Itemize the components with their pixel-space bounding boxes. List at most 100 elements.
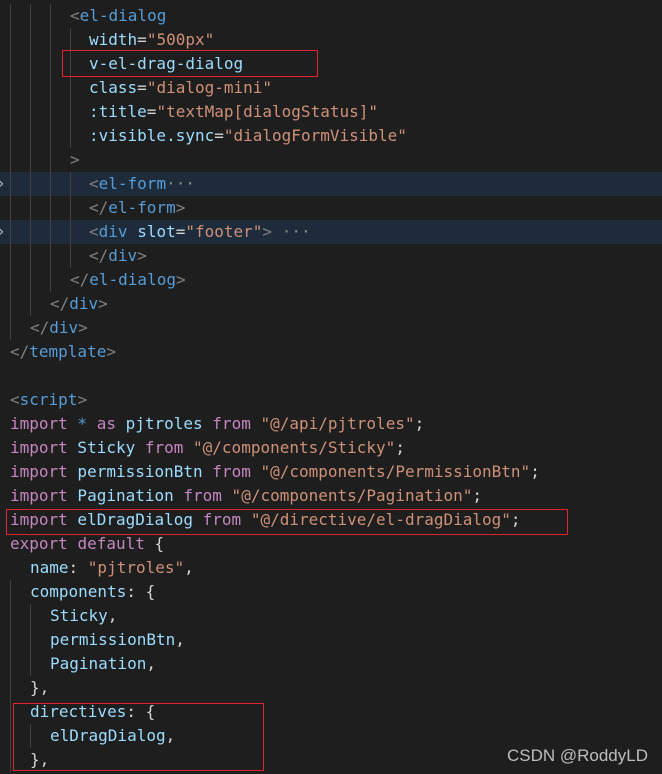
code-text: <el-form··· [89, 172, 195, 196]
code-line[interactable]: <script> [0, 388, 662, 412]
indent-guide [10, 748, 11, 772]
fold-chevron-icon[interactable]: › [0, 172, 5, 196]
indent-guide [30, 124, 31, 148]
code-line[interactable]: › <el-form··· [0, 172, 662, 196]
code-token: from [212, 414, 251, 433]
code-text: </div> [50, 292, 108, 316]
code-token: ; [395, 438, 405, 457]
indent-guide [10, 604, 11, 628]
code-text: :visible.sync="dialogFormVisible" [89, 124, 407, 148]
code-token: </ [50, 294, 70, 313]
code-text: </el-form> [89, 196, 185, 220]
code-text: }, [30, 676, 49, 700]
code-line[interactable]: export default { [0, 532, 662, 556]
indent-guide [70, 100, 71, 124]
code-token: Sticky [67, 438, 145, 457]
indent-guide [30, 292, 31, 316]
code-line[interactable]: </el-dialog> [0, 268, 662, 292]
code-text: <el-dialog [70, 4, 166, 28]
code-token: > [78, 318, 88, 337]
code-editor[interactable]: <el-dialog width="500px" v-el-drag-dialog c… [0, 0, 662, 774]
indent-guide [30, 652, 31, 676]
code-line[interactable]: </div> [0, 292, 662, 316]
code-text: <div slot="footer"> ··· [89, 220, 311, 244]
highlight-box-directive-attr [62, 50, 318, 77]
code-token: width [89, 30, 138, 49]
code-line[interactable]: components: { [0, 580, 662, 604]
code-line[interactable]: name: "pjtroles", [0, 556, 662, 580]
code-text: export default { [10, 532, 164, 556]
code-text: name: "pjtroles", [30, 556, 194, 580]
code-line[interactable]: Pagination, [0, 652, 662, 676]
indent-guide [10, 148, 11, 172]
indent-guide [30, 76, 31, 100]
indent-guide [10, 676, 11, 700]
indent-guide [10, 724, 11, 748]
code-line[interactable]: width="500px" [0, 28, 662, 52]
code-token: from [144, 438, 184, 457]
indent-guide [10, 28, 11, 52]
indent-guide [30, 604, 31, 628]
code-token: components [30, 582, 127, 601]
code-token: > [175, 270, 186, 289]
code-token: < [70, 6, 80, 25]
code-line[interactable]: import Pagination from "@/components/Pag… [0, 484, 662, 508]
code-token: import [10, 414, 68, 433]
code-line[interactable]: import permissionBtn from "@/components/… [0, 460, 662, 484]
code-text: import Sticky from "@/components/Sticky"… [10, 436, 405, 460]
watermark: CSDN @RoddyLD [506, 746, 648, 765]
code-line[interactable]: › <div slot="footer"> ··· [0, 220, 662, 244]
code-token: class [89, 78, 138, 97]
indent-guide [10, 316, 11, 340]
code-token: > [175, 198, 186, 217]
code-token: el-dialog [89, 270, 176, 289]
code-line[interactable]: </template> [0, 340, 662, 364]
code-token: = [175, 222, 186, 241]
indent-guide [30, 628, 31, 652]
code-token: < [10, 390, 20, 409]
indent-guide [10, 4, 11, 28]
code-line[interactable]: }, [0, 676, 662, 700]
code-text: </div> [30, 316, 88, 340]
code-token: from [212, 462, 251, 481]
code-token: from [183, 486, 222, 505]
code-token: div [69, 294, 99, 313]
code-token: , [146, 654, 156, 673]
code-token: default [77, 534, 145, 553]
code-token: Pagination [50, 654, 147, 673]
indent-guide [10, 172, 11, 196]
code-token: > [262, 222, 273, 241]
indent-guide [50, 172, 51, 196]
indent-guide [30, 220, 31, 244]
code-line[interactable]: </div> [0, 244, 662, 268]
code-line[interactable]: <el-dialog [0, 4, 662, 28]
code-line[interactable]: import * as pjtroles from "@/api/pjtrole… [0, 412, 662, 436]
code-line[interactable]: permissionBtn, [0, 628, 662, 652]
code-line[interactable] [0, 364, 662, 388]
code-token: :title [89, 102, 147, 121]
code-line[interactable]: :title="textMap[dialogStatus]" [0, 100, 662, 124]
highlight-box-import-line [6, 509, 568, 535]
code-token: "textMap[dialogStatus]" [156, 102, 378, 121]
indent-guide [30, 28, 31, 52]
code-token: : [68, 558, 88, 577]
code-line[interactable]: class="dialog-mini" [0, 76, 662, 100]
indent-guide [50, 268, 51, 292]
code-line[interactable]: </div> [0, 316, 662, 340]
code-line[interactable]: :visible.sync="dialogFormVisible" [0, 124, 662, 148]
code-text: class="dialog-mini" [89, 76, 272, 100]
code-token: div [49, 318, 79, 337]
indent-guide [30, 148, 31, 172]
code-line[interactable]: > [0, 148, 662, 172]
code-token: = [214, 126, 224, 145]
code-line[interactable]: Sticky, [0, 604, 662, 628]
code-line[interactable]: import Sticky from "@/components/Sticky"… [0, 436, 662, 460]
code-token: > [137, 246, 147, 265]
fold-chevron-icon[interactable]: › [0, 220, 5, 244]
code-text: permissionBtn, [50, 628, 185, 652]
indent-guide [10, 124, 11, 148]
code-token: > [77, 390, 88, 409]
code-line[interactable]: </el-form> [0, 196, 662, 220]
code-token: = [137, 30, 147, 49]
